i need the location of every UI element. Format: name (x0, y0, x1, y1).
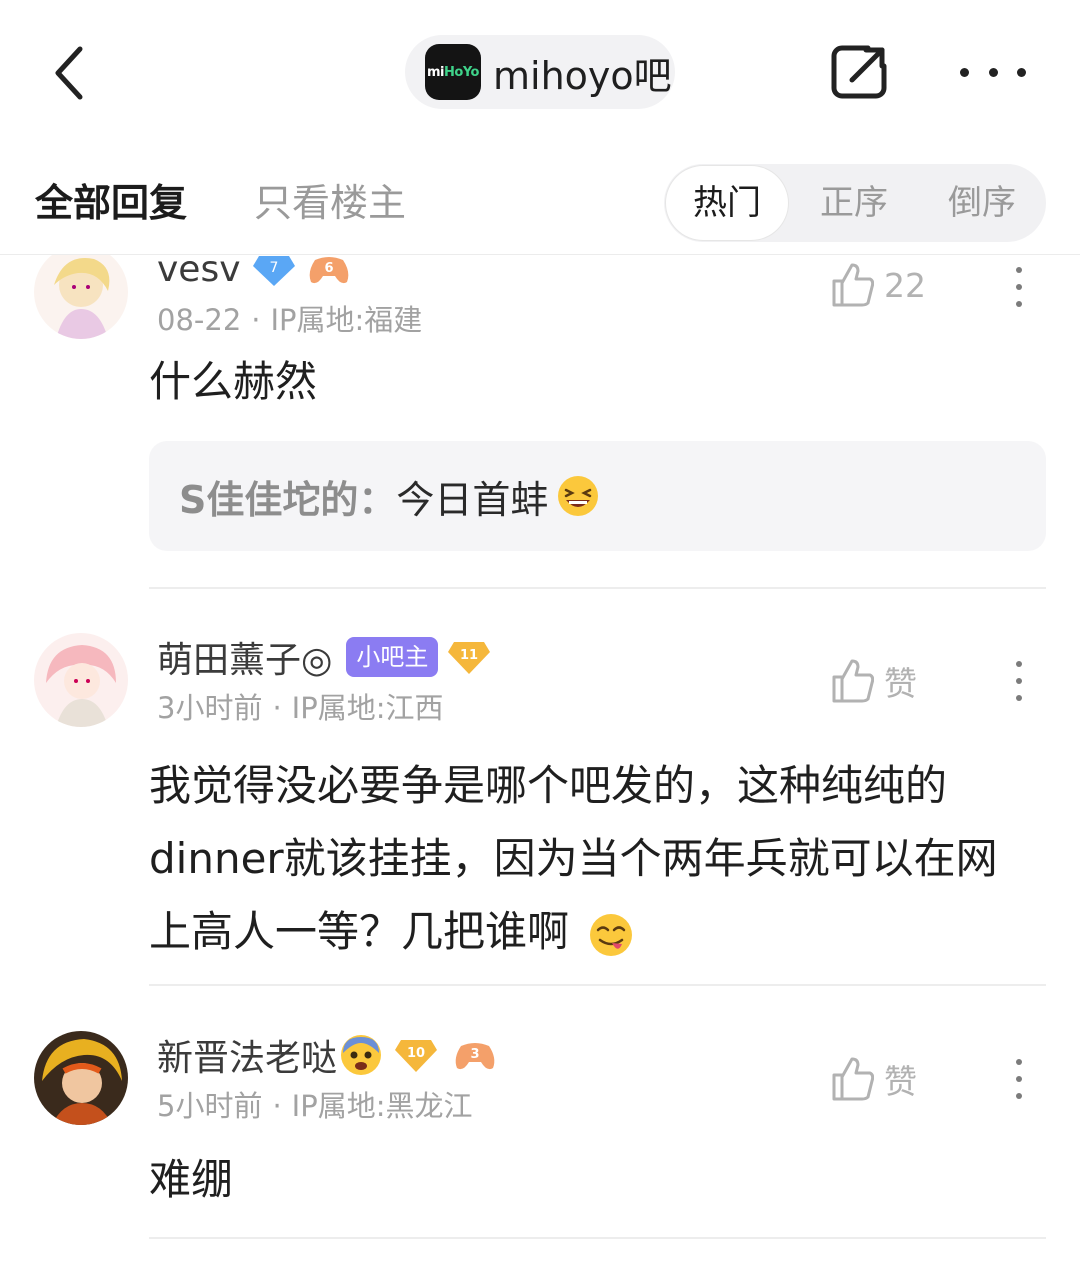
tab-all-replies[interactable]: 全部回复 (35, 172, 187, 227)
comment-list[interactable]: vesv 7 6 08-22 · IP属地:福建 22 什么赫然 S佳佳坨的： 今日 (0, 255, 1080, 1278)
top-bar: miHoYo mihoyo吧 (0, 0, 1080, 140)
menu-dot (1016, 1059, 1022, 1065)
more-dot (1017, 67, 1026, 77)
level-badge-icon: 11 (448, 642, 491, 674)
user-row: 萌田薰子◎ 小吧主 11 (157, 631, 491, 683)
anxious-sweat-emoji (341, 1035, 382, 1075)
level-badge-icon: 7 (252, 256, 295, 286)
game-badge-number: 3 (470, 1047, 479, 1062)
menu-dot (1016, 301, 1022, 307)
post-time: 08-22 (157, 303, 242, 337)
divider (149, 1237, 1046, 1239)
comment-text: 难绷 (149, 1155, 234, 1204)
thumbs-up-icon (832, 263, 874, 307)
menu-dot (1016, 695, 1022, 701)
divider (149, 587, 1046, 589)
menu-dot (1016, 661, 1022, 667)
like-label: 赞 (884, 664, 917, 703)
thumbs-up-icon (832, 659, 874, 703)
post-time: 3小时前 (157, 691, 263, 725)
chevron-left-icon (55, 46, 83, 100)
more-options-button[interactable] (960, 52, 1026, 92)
user-row: 新晋法老哒 10 3 (157, 1031, 497, 1079)
share-icon (831, 45, 887, 99)
yum-emoji (590, 913, 633, 956)
ip-location: IP属地:福建 (270, 303, 423, 337)
menu-dot (1016, 1093, 1022, 1099)
like-button[interactable]: 赞 (832, 1055, 917, 1103)
avatar[interactable] (34, 255, 128, 339)
level-number: 11 (460, 648, 478, 663)
grinning-squint-emoji (558, 476, 599, 516)
forum-entry[interactable]: miHoYo mihoyo吧 (405, 35, 675, 109)
post-time: 5小时前 (157, 1089, 263, 1123)
avatar[interactable] (34, 1031, 128, 1125)
level-number: 7 (269, 260, 278, 276)
user-row: vesv 7 6 (157, 255, 351, 293)
like-button[interactable]: 22 (832, 263, 926, 307)
menu-dot (1016, 1076, 1022, 1082)
forum-logo: miHoYo (425, 44, 481, 100)
comment-meta: 5小时前 · IP属地:黑龙江 (157, 1089, 473, 1123)
reply-filter-bar: 全部回复 只看楼主 热门 正序 倒序 (0, 150, 1080, 255)
game-controller-badge-icon: 6 (309, 257, 348, 284)
menu-dot (1016, 284, 1022, 290)
comment-item: 萌田薰子◎ 小吧主 11 3小时前 · IP属地:江西 赞 我觉得没必要争是哪个吧发… (0, 633, 1080, 986)
divider (149, 984, 1046, 986)
username[interactable]: 萌田薰子◎ (157, 631, 332, 683)
comment-menu-button[interactable] (1016, 661, 1026, 701)
comment-text: 什么赫然 (149, 357, 318, 406)
tab-owner-only[interactable]: 只看楼主 (254, 172, 406, 227)
more-dot (960, 67, 969, 77)
sort-descending[interactable]: 倒序 (932, 164, 1032, 242)
comment-text: 我觉得没必要争是哪个吧发的，这种纯纯的dinner就该挂挂，因为当个两年兵就可以… (149, 761, 998, 956)
like-button[interactable]: 赞 (832, 657, 917, 705)
back-button[interactable] (40, 40, 100, 106)
sub-reply[interactable]: S佳佳坨的： 今日首蚌 (149, 441, 1046, 551)
comment-item: 新晋法老哒 10 3 5小时前 · IP属地:黑龙江 赞 难绷 (0, 1031, 1080, 1278)
like-label: 赞 (884, 1062, 917, 1101)
game-badge-number: 6 (324, 261, 333, 276)
comment-item: vesv 7 6 08-22 · IP属地:福建 22 什么赫然 S佳佳坨的： 今日 (0, 255, 1080, 590)
comment-meta: 08-22 · IP属地:福建 (157, 303, 423, 337)
sort-toggle: 热门 正序 倒序 (664, 164, 1046, 242)
sub-reply-text: 今日首蚌 (396, 477, 549, 522)
level-badge-icon: 10 (395, 1040, 438, 1072)
username[interactable]: vesv (157, 255, 241, 290)
sub-reply-user[interactable]: S佳佳坨的： (179, 469, 396, 524)
comment-body: 我觉得没必要争是哪个吧发的，这种纯纯的dinner就该挂挂，因为当个两年兵就可以… (149, 749, 1039, 968)
avatar[interactable] (34, 633, 128, 727)
like-count: 22 (884, 265, 926, 305)
comment-menu-button[interactable] (1016, 267, 1026, 307)
forum-name: mihoyo吧 (493, 53, 672, 98)
username[interactable]: 新晋法老哒 (157, 1029, 337, 1081)
comment-menu-button[interactable] (1016, 1059, 1026, 1099)
ip-location: IP属地:黑龙江 (291, 1089, 473, 1123)
comment-meta: 3小时前 · IP属地:江西 (157, 691, 444, 725)
sort-hot[interactable]: 热门 (666, 166, 788, 240)
game-controller-badge-icon: 3 (455, 1043, 495, 1070)
sort-ascending[interactable]: 正序 (804, 164, 904, 242)
more-dot (988, 67, 998, 77)
share-button[interactable] (828, 40, 892, 104)
menu-dot (1016, 678, 1022, 684)
menu-dot (1016, 267, 1022, 273)
level-number: 10 (407, 1046, 425, 1061)
role-badge: 小吧主 (346, 637, 439, 677)
thumbs-up-icon (832, 1057, 874, 1101)
ip-location: IP属地:江西 (291, 691, 444, 725)
